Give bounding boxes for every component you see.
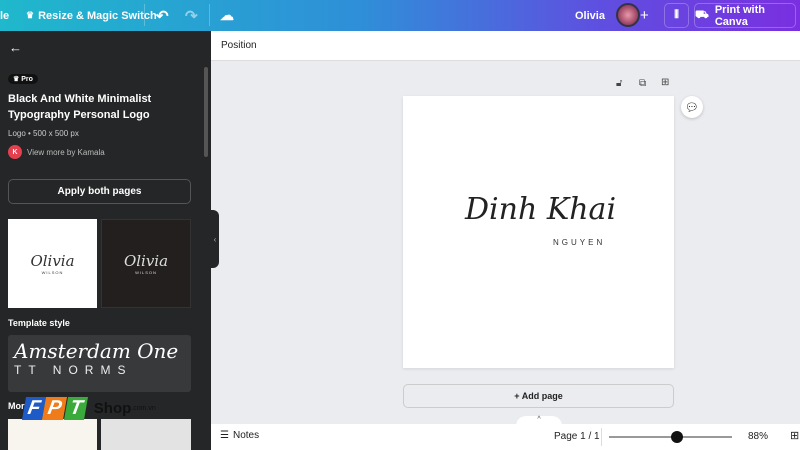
notes-button[interactable]: ☰ Notes	[220, 430, 259, 441]
context-toolbar: Position	[211, 31, 800, 61]
zoom-slider-thumb[interactable]	[670, 431, 683, 443]
footer-bar: ☰ Notes Page 1 / 1 88% ⊞	[211, 424, 800, 450]
title-line: Black And White Minimalist	[8, 93, 152, 105]
template-title: Black And White Minimalist Typography Per…	[8, 91, 151, 123]
avatar[interactable]	[616, 3, 640, 27]
page-thumb-dark[interactable]: Olivia WILSON	[101, 219, 191, 308]
thumb-script: Olivia	[30, 252, 75, 270]
template-panel: ← ♛ Pro Black And White Minimalist Typogr…	[0, 31, 211, 450]
grid-view-icon[interactable]: ⊞	[790, 429, 799, 442]
analytics-icon[interactable]: ⫴	[664, 3, 689, 28]
redo-icon[interactable]: ↷	[185, 0, 198, 31]
more-thumb[interactable]	[101, 419, 191, 450]
page-indicator[interactable]: Page 1 / 1	[554, 431, 600, 442]
duplicate-icon[interactable]: ⧉	[639, 78, 646, 89]
font-style-card[interactable]: Amsterdam One TT NORMS	[8, 335, 191, 392]
print-button[interactable]: ⛟ Print with Canva	[694, 3, 796, 28]
thumb-script: Olivia	[123, 252, 169, 270]
thumb-sub: WILSON	[41, 270, 64, 275]
author-link[interactable]: K View more by Kamala	[8, 145, 105, 159]
resize-button[interactable]: ♛ Resize & Magic Switch	[26, 0, 157, 31]
thumb-sub: WILSON	[135, 270, 157, 275]
position-button[interactable]: Position	[221, 40, 257, 51]
canvas-script-text[interactable]: Dinh Khai	[465, 192, 616, 227]
notes-icon: ☰	[220, 430, 229, 441]
collapse-panel-handle[interactable]: ‹	[211, 210, 219, 268]
truck-icon: ⛟	[695, 8, 709, 21]
font-secondary: TT NORMS	[14, 363, 133, 377]
author-name: View more by Kamala	[27, 147, 105, 157]
comment-icon[interactable]: 💬︎	[681, 96, 703, 118]
design-canvas[interactable]: Dinh Khai NGUYEN	[403, 96, 674, 368]
user-name: Olivia	[575, 9, 605, 22]
add-page-icon[interactable]: ⊞	[661, 77, 669, 88]
font-primary: Amsterdam One	[14, 339, 179, 363]
file-menu[interactable]: le	[0, 0, 9, 31]
template-meta: Logo • 500 x 500 px	[8, 129, 79, 138]
template-style-heading: Template style	[8, 318, 70, 328]
zoom-percent[interactable]: 88%	[748, 431, 768, 442]
cloud-saved-icon[interactable]: ☁	[220, 0, 234, 31]
crown-icon: ♛	[26, 10, 35, 20]
author-avatar: K	[8, 145, 22, 159]
title-line: Typography Personal Logo	[8, 109, 150, 121]
pro-badge: ♛ Pro	[8, 74, 38, 84]
watermark-logo: FPT Shop .com.vn	[21, 397, 156, 420]
more-thumb[interactable]	[8, 419, 97, 450]
undo-icon[interactable]: ↶	[156, 0, 169, 31]
page-thumb-light[interactable]: Olivia WILSON	[8, 219, 97, 308]
plus-icon[interactable]: +	[640, 0, 654, 31]
scrollbar[interactable]	[204, 67, 208, 157]
lock-icon[interactable]: 🔓︎	[616, 78, 622, 89]
back-arrow-icon[interactable]: ←	[9, 40, 22, 55]
add-page-button[interactable]: + Add page	[403, 384, 674, 408]
apply-both-pages-button[interactable]: Apply both pages	[8, 179, 191, 204]
pro-label: Pro	[21, 76, 33, 83]
zoom-slider[interactable]	[609, 431, 732, 443]
top-bar: le ♛ Resize & Magic Switch ↶ ↷ ☁ Olivia +…	[0, 0, 800, 31]
canvas-sub-text[interactable]: NGUYEN	[553, 238, 605, 247]
